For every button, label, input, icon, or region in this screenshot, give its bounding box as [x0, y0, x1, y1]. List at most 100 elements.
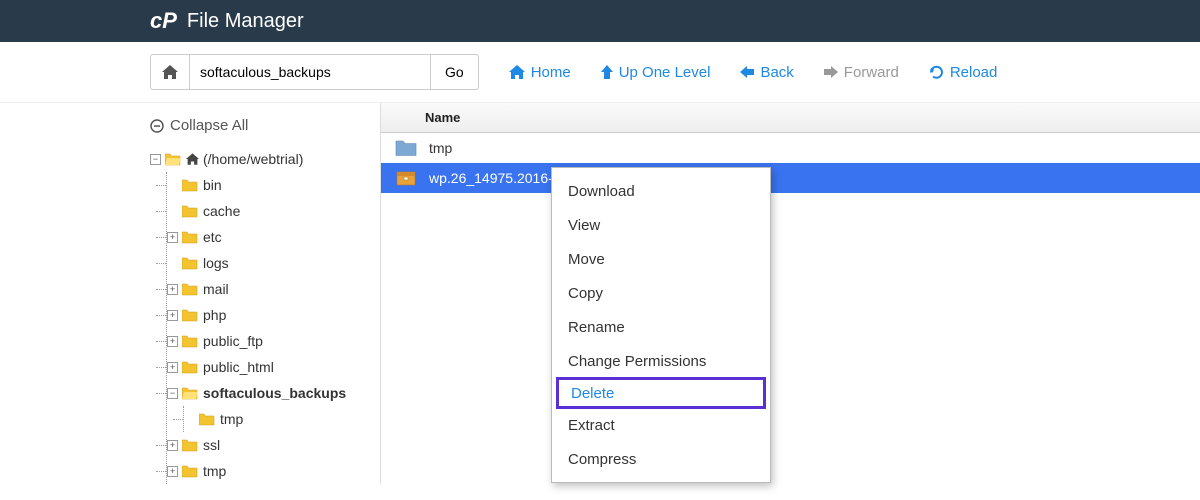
folder-icon — [182, 231, 198, 244]
folder-icon — [182, 465, 198, 478]
folder-icon — [182, 361, 198, 374]
back-arrow-icon — [740, 66, 754, 78]
file-list: Name tmp wp.26_14975.2016-12-07_20-17-45.… — [380, 103, 1200, 484]
collapse-all-label: Collapse All — [170, 117, 248, 134]
tree-root-label: (/home/webtrial) — [203, 151, 303, 167]
file-name: tmp — [429, 140, 452, 156]
ctx-change-permissions[interactable]: Change Permissions — [552, 344, 770, 378]
go-button[interactable]: Go — [430, 54, 479, 90]
cp-logo: cP — [150, 8, 177, 34]
folder-icon — [182, 439, 198, 452]
toolbar: Go Home Up One Level Back Forward Reload — [0, 42, 1200, 103]
ctx-extract[interactable]: Extract — [552, 408, 770, 442]
up-arrow-icon — [601, 65, 613, 79]
tree-node-label: ssl — [203, 437, 220, 453]
file-rows: tmp wp.26_14975.2016-12-07_20-17-45.tar.g… — [381, 133, 1200, 193]
tree-children: tmp — [183, 406, 380, 432]
nav-forward-label: Forward — [844, 64, 899, 81]
tree-node-label: tmp — [220, 411, 243, 427]
tree-toggle[interactable]: + — [167, 362, 178, 373]
file-row[interactable]: wp.26_14975.2016-12-07_20-17-45.tar.gz — [381, 163, 1200, 193]
tree-toggle[interactable]: − — [150, 154, 161, 165]
collapse-all[interactable]: Collapse All — [150, 117, 380, 134]
tree-node-label: etc — [203, 229, 222, 245]
tree-node-label: cache — [203, 203, 240, 219]
nav-reload-label: Reload — [950, 64, 998, 81]
home-button[interactable] — [150, 54, 190, 90]
tree-node-tmp[interactable]: + tmp — [167, 458, 380, 484]
tree-node-etc[interactable]: + etc — [167, 224, 380, 250]
tree-node-logs[interactable]: logs — [167, 250, 380, 276]
ctx-copy[interactable]: Copy — [552, 276, 770, 310]
nav-back-label: Back — [760, 64, 793, 81]
folder-open-icon — [182, 387, 198, 400]
tree-toggle[interactable]: + — [167, 336, 178, 347]
folder-icon — [395, 139, 417, 157]
tree-node-label: php — [203, 307, 226, 323]
folder-icon — [199, 413, 215, 426]
nav-back[interactable]: Back — [740, 64, 793, 81]
folder-tree: − (/home/webtrial) bin cache + etc logs + mail… — [150, 146, 380, 484]
tree-toggle[interactable]: − — [167, 388, 178, 399]
folder-icon — [182, 335, 198, 348]
tree-children: bin cache + etc logs + mail + php + public_ftp + pub… — [166, 172, 380, 484]
ctx-rename[interactable]: Rename — [552, 310, 770, 344]
ctx-delete[interactable]: Delete — [556, 377, 766, 409]
tree-node-public_html[interactable]: + public_html — [167, 354, 380, 380]
tree-node-label: softaculous_backups — [203, 385, 346, 401]
ctx-compress[interactable]: Compress — [552, 442, 770, 476]
table-header: Name — [381, 103, 1200, 133]
path-input[interactable] — [190, 54, 430, 90]
nav-forward: Forward — [824, 64, 899, 81]
home-icon — [186, 153, 199, 165]
tree-node-public_ftp[interactable]: + public_ftp — [167, 328, 380, 354]
nav-home-label: Home — [531, 64, 571, 81]
ctx-view[interactable]: View — [552, 208, 770, 242]
sidebar: Collapse All − (/home/webtrial) bin cache… — [0, 103, 380, 484]
tree-node-php[interactable]: + php — [167, 302, 380, 328]
tree-node-label: bin — [203, 177, 222, 193]
home-icon — [509, 65, 525, 79]
tree-toggle[interactable]: + — [167, 466, 178, 477]
nav-home[interactable]: Home — [509, 64, 571, 81]
folder-icon — [182, 283, 198, 296]
nav-links: Home Up One Level Back Forward Reload — [509, 64, 998, 81]
nav-reload[interactable]: Reload — [929, 64, 998, 81]
nav-up[interactable]: Up One Level — [601, 64, 711, 81]
ctx-download[interactable]: Download — [552, 174, 770, 208]
tree-root[interactable]: − (/home/webtrial) — [150, 146, 380, 172]
home-icon — [162, 65, 178, 79]
tree-toggle[interactable]: + — [167, 284, 178, 295]
archive-icon — [395, 169, 417, 187]
tree-toggle[interactable]: + — [167, 232, 178, 243]
folder-icon — [182, 309, 198, 322]
tree-node-label: public_html — [203, 359, 274, 375]
tree-node-bin[interactable]: bin — [167, 172, 380, 198]
app-header: cP File Manager — [0, 0, 1200, 42]
tree-node-softaculous_backups[interactable]: − softaculous_backups — [167, 380, 380, 406]
folder-icon — [182, 205, 198, 218]
column-name-header[interactable]: Name — [425, 110, 460, 125]
tree-toggle[interactable]: + — [167, 440, 178, 451]
tree-node-label: tmp — [203, 463, 226, 479]
tree-node-cache[interactable]: cache — [167, 198, 380, 224]
reload-icon — [929, 65, 944, 80]
tree-node-mail[interactable]: + mail — [167, 276, 380, 302]
file-row[interactable]: tmp — [381, 133, 1200, 163]
context-menu: DownloadViewMoveCopyRenameChange Permiss… — [551, 167, 771, 483]
tree-node-label: logs — [203, 255, 229, 271]
forward-arrow-icon — [824, 66, 838, 78]
tree-node-label: public_ftp — [203, 333, 263, 349]
ctx-move[interactable]: Move — [552, 242, 770, 276]
folder-icon — [182, 257, 198, 270]
content: Collapse All − (/home/webtrial) bin cache… — [0, 103, 1200, 484]
tree-toggle[interactable]: + — [167, 310, 178, 321]
folder-open-icon — [165, 153, 181, 166]
folder-icon — [182, 179, 198, 192]
tree-node-label: mail — [203, 281, 229, 297]
collapse-icon — [150, 119, 164, 133]
tree-node-ssl[interactable]: + ssl — [167, 432, 380, 458]
nav-up-label: Up One Level — [619, 64, 711, 81]
tree-node-tmp[interactable]: tmp — [184, 406, 380, 432]
app-title: File Manager — [187, 10, 304, 33]
